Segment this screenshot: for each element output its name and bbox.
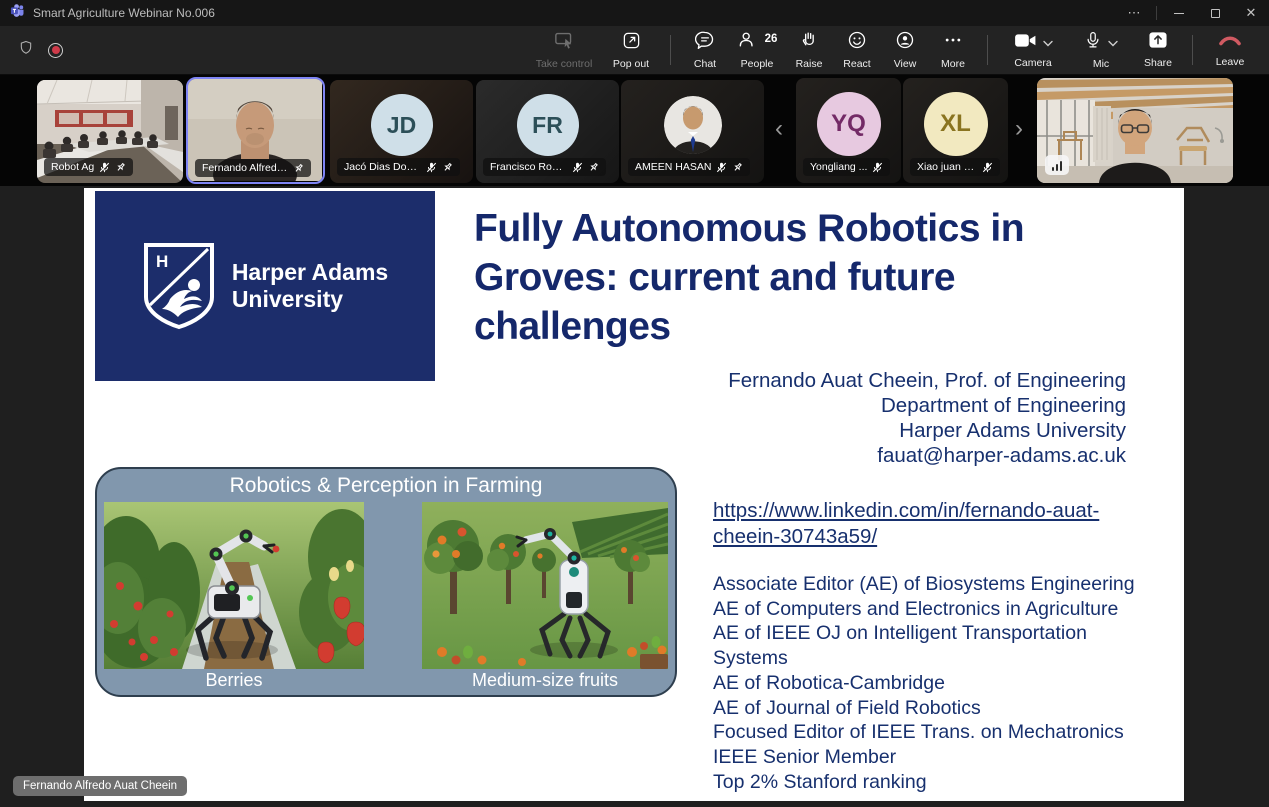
meeting-toolbar: Take control Pop out Chat 26 People — [0, 26, 1269, 75]
pin-icon — [442, 162, 453, 173]
spotlight-video-tile[interactable] — [1037, 78, 1233, 183]
slide-title: Fully Autonomous Robotics in Groves: cur… — [474, 204, 1134, 351]
mic-icon — [1084, 31, 1102, 55]
leave-call-icon — [1218, 32, 1242, 53]
take-control-icon — [554, 31, 575, 55]
mic-muted-icon — [572, 162, 583, 173]
recording-indicator-icon — [48, 43, 63, 58]
chat-button[interactable]: Chat — [681, 27, 729, 73]
minimize-icon — [1174, 13, 1184, 14]
avatar: XL — [924, 92, 988, 156]
raise-hand-icon — [799, 30, 819, 55]
mic-muted-icon — [716, 162, 727, 173]
share-button[interactable]: Share — [1134, 27, 1182, 73]
author-block: Fernando Auat Cheein, Prof. of Engineeri… — [728, 368, 1126, 468]
camera-button[interactable]: Camera — [998, 27, 1068, 73]
avatar: YQ — [817, 92, 881, 156]
more-button[interactable]: More — [929, 27, 977, 73]
participant-tile-fernando[interactable]: Fernando Alfredo A... — [186, 77, 325, 184]
toolbar-divider — [1192, 35, 1193, 65]
people-icon — [737, 30, 757, 55]
participant-tile-jaco[interactable]: JD Jacó Dias Domi... — [330, 80, 473, 183]
participant-name-label: Francisco Rovir... — [483, 158, 606, 176]
figure-caption-berries: Berries — [104, 670, 364, 691]
editorial-roles-list: Associate Editor (AE) of Biosystems Engi… — [713, 572, 1149, 794]
participant-name-label: Xiao juan Liu — [910, 158, 1000, 176]
harper-adams-logo: H Harper Adams University — [95, 191, 435, 381]
titlebar: Smart Agriculture Webinar No.006 ⋯ ✕ — [0, 0, 1269, 26]
camera-icon — [1014, 32, 1037, 54]
participant-strip: Robot Ag Fernando Alfredo A... — [0, 75, 1269, 186]
mic-muted-icon — [99, 162, 110, 173]
toolbar-divider — [987, 35, 988, 65]
react-smiley-icon — [847, 30, 867, 55]
orchard-robot-image — [422, 502, 668, 669]
teams-meeting-window: Smart Agriculture Webinar No.006 ⋯ ✕ Tak… — [0, 0, 1269, 807]
berries-robot-image — [104, 502, 364, 669]
logo-wordmark: Harper Adams University — [232, 259, 388, 313]
maximize-button[interactable] — [1197, 0, 1233, 26]
avatar-photo — [664, 96, 722, 154]
share-icon — [1148, 31, 1168, 54]
avatar: JD — [371, 94, 433, 156]
pin-icon — [293, 163, 304, 174]
more-icon — [943, 30, 963, 55]
mic-muted-icon — [426, 162, 437, 173]
pin-icon — [115, 162, 126, 173]
svg-text:H: H — [156, 252, 168, 271]
avatar: FR — [517, 94, 579, 156]
pop-out-button[interactable]: Pop out — [602, 27, 660, 73]
scroll-right-chevron[interactable]: › — [1008, 109, 1030, 149]
participant-tile-yongliang[interactable]: YQ Yongliang ... — [796, 78, 901, 183]
view-icon — [895, 30, 915, 55]
pin-icon — [588, 162, 599, 173]
participant-tile-francisco[interactable]: FR Francisco Rovir... — [476, 80, 619, 183]
participant-name-label: Fernando Alfredo A... — [195, 159, 311, 177]
figure-title: Robotics & Perception in Farming — [97, 474, 675, 498]
connection-signal-icon — [1045, 155, 1069, 175]
window-title: Smart Agriculture Webinar No.006 — [33, 6, 215, 20]
participant-name-label: Jacó Dias Domi... — [337, 158, 460, 176]
participant-name-label: Robot Ag — [44, 158, 133, 176]
linkedin-link: https://www.linkedin.com/in/fernando-aua… — [713, 498, 1099, 550]
people-count-badge: 26 — [765, 33, 778, 45]
pin-icon — [732, 162, 743, 173]
maximize-icon — [1211, 9, 1220, 18]
participant-name-label: Yongliang ... — [803, 158, 890, 176]
mic-muted-icon — [982, 162, 993, 173]
leave-button[interactable]: Leave — [1203, 27, 1257, 73]
close-button[interactable]: ✕ — [1233, 0, 1269, 26]
mic-button[interactable]: Mic — [1068, 27, 1134, 73]
screen-share-stage: H Harper Adams University Fully Autonomo… — [0, 186, 1269, 807]
participant-tile-ameen[interactable]: AMEEN HASAN — [621, 80, 764, 183]
mic-muted-icon — [872, 162, 883, 173]
toolbar-divider — [670, 35, 671, 65]
participant-tile-robot-ag[interactable]: Robot Ag — [37, 80, 183, 183]
presentation-slide: H Harper Adams University Fully Autonomo… — [84, 188, 1184, 801]
security-shield-icon — [18, 39, 34, 61]
take-control-button[interactable]: Take control — [526, 27, 602, 73]
participant-tile-xiaojuan[interactable]: XL Xiao juan Liu — [903, 78, 1008, 183]
minimize-button[interactable] — [1161, 0, 1197, 26]
harper-adams-crest-icon: H — [142, 241, 216, 331]
presenter-name-tooltip: Fernando Alfredo Auat Cheein — [13, 776, 187, 796]
figure-caption-fruits: Medium-size fruits — [422, 670, 668, 691]
raise-hand-button[interactable]: Raise — [785, 27, 833, 73]
robotics-figure-box: Robotics & Perception in Farming — [95, 467, 677, 697]
view-button[interactable]: View — [881, 27, 929, 73]
mic-chevron-icon[interactable] — [1108, 34, 1118, 52]
react-button[interactable]: React — [833, 27, 881, 73]
pop-out-icon — [622, 31, 641, 55]
scroll-left-chevron[interactable]: ‹ — [768, 109, 790, 149]
chat-icon — [695, 30, 715, 55]
titlebar-separator — [1156, 6, 1157, 20]
camera-chevron-icon[interactable] — [1043, 34, 1053, 52]
people-button[interactable]: 26 People — [729, 27, 785, 73]
teams-logo-icon — [10, 3, 25, 23]
participant-name-label: AMEEN HASAN — [628, 158, 750, 176]
titlebar-more-button[interactable]: ⋯ — [1116, 0, 1152, 26]
